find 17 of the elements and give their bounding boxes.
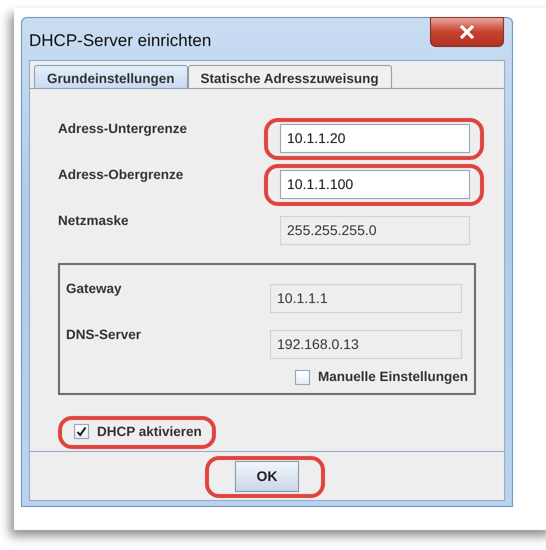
checkbox-label: DHCP aktivieren <box>97 422 202 441</box>
checkbox-label: Manuelle Einstellungen <box>318 368 468 386</box>
ok-button[interactable]: OK <box>235 461 299 492</box>
field-label: DNS-Server <box>66 326 142 344</box>
field-label: Adress-Obergrenze <box>58 166 184 184</box>
close-button[interactable] <box>430 17 504 47</box>
close-icon <box>459 25 475 39</box>
input-field[interactable]: 10.1.1.100 <box>280 170 470 198</box>
checkbox[interactable] <box>294 370 310 385</box>
field-label: Netzmaske <box>58 212 130 230</box>
window-title: DHCP-Server einrichten <box>29 30 212 52</box>
tab[interactable]: Grundeinstellungen <box>34 65 188 88</box>
field-label: Gateway <box>66 280 123 298</box>
input-field[interactable]: 10.1.1.20 <box>280 124 470 152</box>
checkbox[interactable] <box>74 424 89 440</box>
tab[interactable]: Statische Adresszuweisung <box>188 65 392 88</box>
field-label: Adress-Untergrenze <box>58 120 188 138</box>
